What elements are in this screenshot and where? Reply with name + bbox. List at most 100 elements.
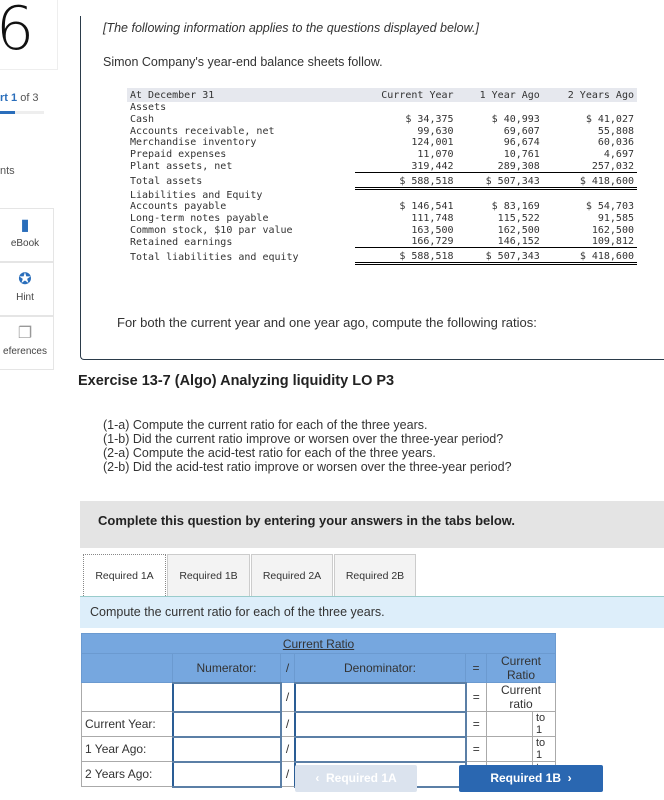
question-2b: (2-b) Did the acid-test ratio improve or… (103, 460, 512, 474)
tab-required-1a[interactable]: Required 1A (83, 554, 166, 598)
cell: $ 588,518 (354, 172, 457, 190)
total-assets-row: Total assets $ 588,518 $ 507,343 $ 418,600 (127, 172, 637, 190)
part-progress-bar (0, 111, 44, 114)
row-label: Long-term notes payable (130, 213, 269, 225)
references-label: eferences (3, 346, 47, 357)
numerator-input[interactable] (171, 760, 282, 788)
col-header: At December 31 (127, 88, 355, 102)
cell: 115,522 (497, 213, 540, 225)
section-label: Liabilities and Equity (130, 190, 263, 202)
cell: 96,674 (503, 137, 540, 149)
ratio-input[interactable] (486, 711, 533, 737)
lifebuoy-icon: ✪ (18, 271, 32, 288)
row-label: Merchandise inventory (130, 137, 257, 149)
cell: 289,308 (456, 160, 543, 173)
exercise-title: Exercise 13-7 (Algo) Analyzing liquidity… (78, 373, 395, 389)
cell: $ 146,541 (399, 201, 454, 213)
to-one-label: to 1 (532, 711, 556, 737)
instruction-band: Compute the current ratio for each of th… (80, 596, 664, 628)
balance-row: Retained earnings 166,729 146,152 109,812 (127, 236, 637, 249)
numerator-input[interactable] (171, 735, 282, 763)
denominator-input[interactable] (293, 710, 467, 738)
complete-text: Complete this question by entering your … (98, 513, 516, 528)
cell: $ 418,600 (542, 247, 637, 266)
row-label: 2 Years Ago: (81, 761, 173, 787)
ratio-row: 1 Year Ago: / = to 1 (81, 735, 556, 763)
cell: 55,808 (597, 125, 634, 137)
cell: 111,748 (411, 213, 454, 225)
cell: 124,001 (411, 137, 454, 149)
numerator-header: Numerator: (172, 653, 281, 683)
row-label: Cash (130, 114, 155, 126)
row-label: Total liabilities and equity (130, 251, 299, 263)
equals: = (465, 653, 487, 683)
balance-row: Prepaid expenses 11,070 10,761 4,697 (127, 149, 637, 161)
equals: = (465, 682, 487, 712)
part-label: rt (0, 92, 8, 104)
complete-band: Complete this question by entering your … (80, 501, 664, 548)
slash: / (280, 653, 295, 683)
part-num: 1 (11, 92, 18, 104)
balance-row: Common stock, $10 par value 163,500 162,50… (127, 225, 637, 237)
question-number: 6 (0, 0, 35, 64)
numerator-input[interactable] (171, 710, 282, 738)
next-label: Required 1B (490, 771, 561, 785)
balance-row: Merchandise inventory 124,001 96,674 60,036 (127, 137, 637, 149)
chevron-right-icon: › (567, 771, 572, 785)
col-header: 2 Years Ago (542, 88, 637, 102)
balance-row: Long-term notes payable 111,748 115,522 91,… (127, 213, 637, 225)
ebook-button[interactable]: ▮ eBook (0, 208, 54, 262)
equals: = (465, 736, 487, 762)
hint-button[interactable]: ✪ Hint (0, 262, 54, 316)
question-1a: (1-a) Compute the current ratio for each… (103, 418, 428, 432)
denominator-input[interactable] (293, 735, 467, 763)
references-icon: ❐ (17, 325, 33, 342)
cell: 109,812 (542, 236, 637, 249)
col-header: 1 Year Ago (456, 88, 543, 102)
balance-sheet: At December 31 Current Year 1 Year Ago 2 Ye… (127, 88, 637, 266)
balance-row: Cash $ 34,375 $ 40,993 $ 41,027 (127, 114, 637, 126)
to-one-label: to 1 (532, 736, 556, 762)
ratio-row: Current Year: / = to 1 (81, 710, 556, 738)
cell: 319,442 (354, 160, 457, 173)
col-header: Current Year (354, 88, 457, 102)
intro-text: [The following information applies to th… (103, 21, 479, 35)
row-label: Accounts payable (130, 201, 227, 213)
balance-header: At December 31 Current Year 1 Year Ago 2 Ye… (127, 88, 637, 102)
next-button[interactable]: Required 1B › (459, 765, 603, 792)
tab-required-2a[interactable]: Required 2A (251, 554, 333, 596)
hint-label: Hint (16, 292, 34, 303)
row-label: Total assets (130, 176, 203, 188)
cell: $ 41,027 (585, 114, 634, 126)
balance-row: Accounts payable $ 146,541 $ 83,169 $ 54,70… (127, 201, 637, 213)
cell: 60,036 (597, 137, 634, 149)
points-label: nts (0, 165, 15, 177)
prev-button[interactable]: ‹ Required 1A (295, 765, 417, 792)
cell: 99,630 (417, 125, 454, 137)
slash: / (280, 761, 295, 787)
denominator-label-input[interactable] (293, 681, 467, 713)
cell: $ 418,600 (542, 172, 637, 190)
equals: = (465, 711, 487, 737)
blank-cell (81, 682, 173, 712)
denominator-header: Denominator: (294, 653, 466, 683)
cell: 10,761 (503, 149, 540, 161)
row-label: Common stock, $10 par value (130, 224, 293, 236)
row-label: Plant assets, net (130, 160, 233, 172)
part-of: of 3 (20, 92, 39, 104)
cell: 69,607 (503, 125, 540, 137)
row-label: Current Year: (81, 711, 173, 737)
section-label: Assets (130, 102, 167, 114)
cell: $ 40,993 (491, 114, 540, 126)
result-header: Current Ratio (486, 653, 556, 683)
numerator-label-input[interactable] (171, 681, 282, 713)
references-button[interactable]: ❐ eferences (0, 316, 54, 370)
cell: 163,500 (411, 224, 454, 236)
cell: 257,032 (542, 160, 637, 173)
tab-required-1b[interactable]: Required 1B (167, 554, 250, 596)
cell: $ 507,343 (456, 247, 543, 266)
slash: / (280, 682, 295, 712)
tab-required-2b[interactable]: Required 2B (334, 554, 416, 596)
total-liabilities-row: Total liabilities and equity $ 588,518 $ 5… (127, 247, 637, 266)
ratio-input[interactable] (486, 736, 533, 762)
